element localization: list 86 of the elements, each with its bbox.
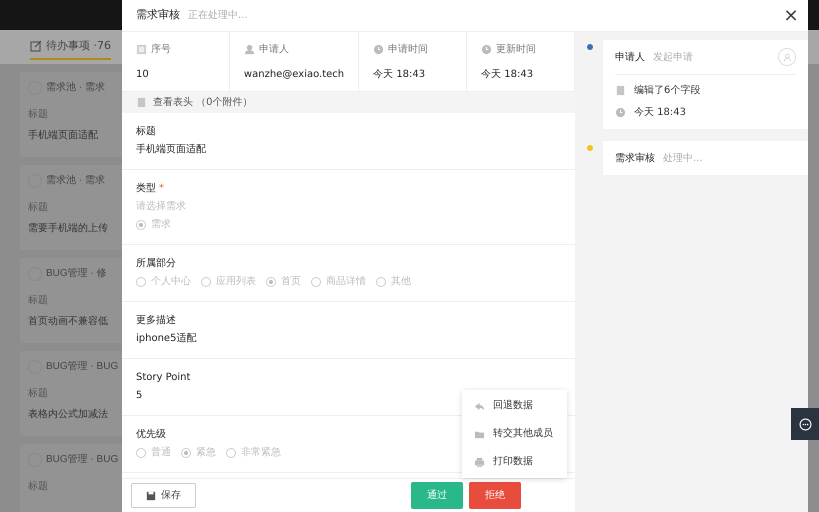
approve-button[interactable]: 通过: [411, 482, 463, 509]
info-value: 10: [136, 68, 150, 82]
radio-button[interactable]: [376, 276, 386, 286]
field-value: iphone5适配: [136, 332, 196, 345]
radio-button[interactable]: [226, 448, 236, 458]
radio-button[interactable]: [181, 448, 191, 458]
field-label: 标题: [28, 200, 48, 215]
field-value: 手机端页面适配: [28, 128, 98, 143]
info-value: 今天 18:43: [373, 68, 426, 82]
clock-icon: [481, 44, 492, 55]
step-title: 申请人: [615, 50, 645, 64]
field-label: 标题: [28, 294, 48, 308]
field-label: 所属部分: [136, 257, 176, 270]
required-mark: *: [159, 182, 164, 195]
field-hint: 请选择需求: [136, 200, 186, 213]
field-value: 表格内公式加减法: [28, 408, 108, 422]
field-value: 手机端页面适配: [136, 143, 206, 156]
radio-button[interactable]: [136, 448, 146, 458]
step-status: 发起申请: [653, 50, 693, 64]
radio-button[interactable]: [311, 276, 321, 286]
info-label: 申请时间: [388, 42, 428, 57]
field-value: 首页动画不兼容低: [28, 314, 108, 329]
card-source: 需求池 · 需求: [46, 80, 105, 95]
field-label: 类型: [136, 182, 156, 195]
menu-item[interactable]: 转交其他成员: [462, 420, 567, 448]
dialog-status: 正在处理中...: [188, 8, 248, 23]
radio-button[interactable]: [266, 276, 276, 286]
info-value: wanzhe@exiao.tech: [244, 68, 344, 82]
close-button[interactable]: ×: [774, 6, 808, 26]
radio-button[interactable]: [136, 276, 146, 286]
chat-button[interactable]: [791, 408, 819, 440]
option-label: 需求: [151, 218, 171, 231]
task-card[interactable]: BUG管理 · 修 标题 首页动画不兼容低: [20, 258, 122, 343]
info-label: 更新时间: [496, 42, 536, 57]
step-detail: 今天 18:43: [634, 106, 686, 120]
edit-icon: [30, 40, 42, 52]
task-card[interactable]: 需求池 · 需求 标题 手机端页面适配: [20, 72, 122, 157]
card-source: 需求池 · 需求: [46, 174, 105, 188]
step-status: 处理中...: [663, 152, 703, 166]
task-card[interactable]: BUG管理 · BUG 标题: [20, 444, 122, 512]
option-label: 普通: [151, 446, 171, 459]
option-label: 首页: [281, 275, 301, 288]
card-source: BUG管理 · BUG: [46, 360, 118, 374]
dialog-title: 需求审核: [136, 7, 180, 24]
image-icon: [136, 44, 147, 55]
field-label: 更多描述: [136, 314, 176, 327]
option-label: 个人中心: [151, 275, 191, 288]
menu-item[interactable]: 打印数据: [462, 448, 567, 476]
option-label: 商品详情: [326, 275, 366, 288]
card-source: BUG管理 · 修: [46, 267, 107, 281]
reject-button[interactable]: 拒绝: [469, 482, 521, 509]
info-value: 今天 18:43: [481, 68, 534, 82]
field-label: 标题: [28, 108, 48, 122]
document-icon: [136, 97, 147, 108]
step-title: 需求审核: [615, 152, 655, 166]
clock-icon: [615, 106, 626, 118]
field-label: 标题: [28, 480, 48, 494]
clock-icon: [373, 44, 384, 55]
radio-button[interactable]: [201, 276, 211, 286]
field-label: 优先级: [136, 428, 166, 441]
back-arrow-icon: [474, 400, 485, 412]
chat-icon: [798, 418, 812, 430]
attachments-link[interactable]: 查看表头 （0个附件）: [153, 95, 253, 110]
field-value: 需要手机端的上传: [28, 222, 108, 236]
option-label: 紧急: [196, 446, 216, 459]
field-label: 标题: [28, 386, 48, 401]
task-card[interactable]: BUG管理 · BUG 标题 表格内公式加减法: [20, 351, 122, 436]
menu-item[interactable]: 回退数据: [462, 392, 567, 420]
info-label: 申请人: [258, 42, 289, 57]
task-card[interactable]: 需求池 · 需求 标题 需要手机端的上传: [20, 165, 122, 250]
document-icon: [615, 84, 626, 96]
option-label: 非常紧急: [241, 446, 281, 459]
step-detail: 编辑了6个字段: [634, 84, 700, 98]
option-label: 应用列表: [216, 275, 256, 288]
info-label: 序号: [151, 42, 171, 57]
printer-icon: [474, 456, 485, 468]
field-value: 5: [136, 389, 142, 402]
card-source: BUG管理 · BUG: [46, 453, 118, 467]
field-label: Story Point: [136, 371, 190, 384]
save-button[interactable]: 保存: [131, 483, 196, 508]
option-label: 其他: [391, 275, 411, 288]
field-label: 标题: [136, 125, 156, 138]
save-icon: [146, 490, 156, 500]
todo-tab[interactable]: 待办事项 ·76: [30, 34, 111, 60]
person-icon: [244, 44, 255, 55]
radio-button[interactable]: [136, 220, 146, 230]
